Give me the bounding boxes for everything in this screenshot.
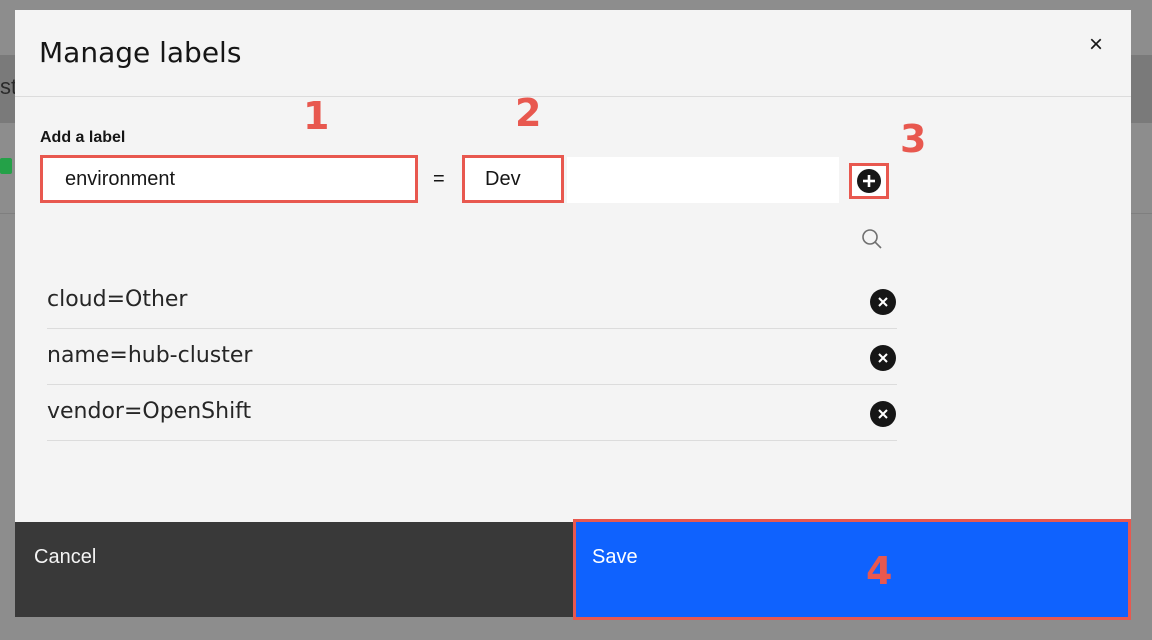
annotation-marker-2: 2 (515, 91, 542, 135)
remove-label-button[interactable] (870, 345, 896, 371)
close-filled-icon (878, 353, 888, 363)
annotation-marker-4: 4 (866, 549, 893, 593)
header-divider (15, 96, 1131, 97)
add-label-heading: Add a label (40, 129, 126, 146)
label-list-item: vendor=OpenShift (47, 386, 897, 441)
annotation-marker-3: 3 (900, 117, 927, 161)
value-input-extension[interactable] (567, 157, 839, 203)
background-checkbox (0, 158, 12, 174)
annotation-marker-1: 1 (303, 94, 330, 138)
modal-title: Manage labels (39, 36, 242, 69)
label-text: vendor=OpenShift (47, 399, 252, 424)
modal-footer: Cancel Save (15, 519, 1131, 620)
label-list-item: name=hub-cluster (47, 330, 897, 385)
remove-label-button[interactable] (870, 401, 896, 427)
close-icon[interactable]: × (1081, 30, 1111, 60)
search-icon[interactable] (860, 227, 884, 251)
add-filled-icon (857, 169, 881, 193)
label-text: cloud=Other (47, 287, 188, 312)
cancel-button[interactable]: Cancel (15, 522, 573, 617)
remove-label-button[interactable] (870, 289, 896, 315)
label-text: name=hub-cluster (47, 343, 253, 368)
save-button[interactable]: Save (573, 519, 1131, 620)
label-list-item: cloud=Other (47, 274, 897, 329)
label-value-input[interactable] (462, 155, 564, 203)
close-filled-icon (878, 297, 888, 307)
close-filled-icon (878, 409, 888, 419)
equals-sign: = (433, 168, 445, 190)
manage-labels-modal: Manage labels × Add a label = cloud=Othe… (15, 10, 1131, 620)
add-label-button[interactable] (849, 163, 889, 199)
label-key-input[interactable] (40, 155, 418, 203)
